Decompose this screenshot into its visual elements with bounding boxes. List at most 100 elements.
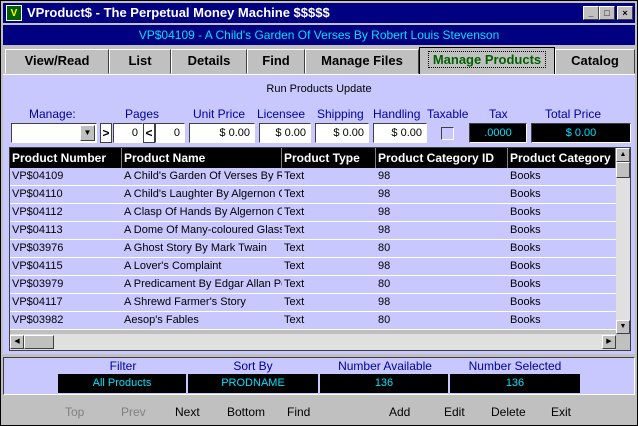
table-row[interactable]: VP$04109 A Child's Garden Of Verses By RT…: [10, 168, 616, 186]
table-cell: Text: [284, 224, 305, 236]
tab-catalog[interactable]: Catalog: [555, 49, 635, 74]
sort-by-value[interactable]: PRODNAME: [188, 374, 318, 393]
tab-view-read[interactable]: View/Read: [5, 49, 109, 74]
column-header-product-number[interactable]: Product Number: [10, 148, 122, 168]
table-cell: 80: [378, 278, 391, 290]
prev-button[interactable]: Prev: [121, 405, 146, 419]
table-cell: 98: [378, 260, 391, 272]
table-cell: Books: [510, 188, 541, 200]
horizontal-scrollbar[interactable]: ◀ ▶: [10, 334, 616, 350]
column-header-product-category[interactable]: Product Category: [508, 148, 616, 168]
table-row[interactable]: VP$04110 A Child's Laughter By Algernon C…: [10, 186, 616, 204]
shipping-label: Shipping: [317, 107, 364, 121]
table-cell: VP$04110: [12, 188, 63, 200]
table-cell: 98: [378, 170, 391, 182]
vertical-scroll-thumb[interactable]: [616, 162, 630, 178]
filter-label: Filter: [109, 359, 137, 373]
manage-dropdown[interactable]: ▼: [11, 123, 97, 143]
taxable-checkbox[interactable]: [441, 127, 454, 140]
tab-details[interactable]: Details: [171, 49, 247, 74]
manage-label: Manage:: [29, 107, 76, 121]
number-available-label: Number Available: [338, 359, 432, 373]
unit-price-input[interactable]: $ 0.00: [189, 123, 255, 143]
run-products-update-label[interactable]: Run Products Update: [3, 83, 635, 95]
scroll-up-icon[interactable]: ▲: [616, 148, 630, 162]
table-cell: Books: [510, 242, 541, 254]
total-price-value: $ 0.00: [531, 123, 631, 143]
pages-less-than-button[interactable]: <: [143, 123, 155, 143]
table-cell: VP$03982: [12, 314, 64, 326]
table-cell: VP$03976: [12, 242, 64, 254]
scroll-right-icon[interactable]: ▶: [602, 335, 616, 349]
table-cell: VP$04113: [12, 224, 63, 236]
edit-button[interactable]: Edit: [444, 405, 465, 419]
table-cell: Books: [510, 296, 541, 308]
status-bar: Filter Sort By Number Available Number S…: [3, 357, 635, 395]
scroll-left-icon[interactable]: ◀: [10, 335, 24, 349]
table-cell: Text: [284, 314, 305, 326]
maximize-button[interactable]: □: [599, 6, 615, 20]
find-button[interactable]: Find: [287, 405, 310, 419]
table-row[interactable]: VP$04117 A Shrewd Farmer's Story Text 98 Boo…: [10, 294, 616, 312]
app-icon: V: [6, 5, 22, 21]
sort-by-label: Sort By: [233, 359, 273, 373]
chevron-down-icon[interactable]: ▼: [80, 125, 95, 141]
table-row[interactable]: VP$04113 A Dome Of Many-coloured Glass Tex…: [10, 222, 616, 240]
pages-to-input[interactable]: 0: [155, 123, 185, 143]
table-cell: 80: [378, 242, 391, 254]
table-cell: VP$04117: [12, 296, 63, 308]
table-cell: Text: [284, 242, 305, 254]
top-button[interactable]: Top: [65, 405, 84, 419]
unit-price-label: Unit Price: [193, 107, 246, 121]
shipping-input[interactable]: $ 0.00: [315, 123, 369, 143]
tab-list[interactable]: List: [109, 49, 171, 74]
table-row[interactable]: VP$04112 A Clasp Of Hands By Algernon C Te…: [10, 204, 616, 222]
close-button[interactable]: ×: [617, 6, 633, 20]
table-row[interactable]: VP$03976 A Ghost Story By Mark Twain Text 8…: [10, 240, 616, 258]
window-title: VProduct$ - The Perpetual Money Machine …: [27, 5, 330, 20]
table-cell: Text: [284, 278, 305, 290]
taxable-label: Taxable: [427, 107, 469, 121]
table-row[interactable]: VP$03982 Aesop's Fables Text 80 Books: [10, 312, 616, 330]
table-row[interactable]: VP$03979 A Predicament By Edgar Allan Po T…: [10, 276, 616, 294]
exit-button[interactable]: Exit: [551, 405, 571, 419]
delete-button[interactable]: Delete: [491, 405, 526, 419]
total-price-label: Total Price: [545, 107, 602, 121]
number-available-value: 136: [320, 374, 448, 393]
column-header-product-name[interactable]: Product Name: [122, 148, 282, 168]
tab-manage-files[interactable]: Manage Files: [305, 49, 419, 74]
add-button[interactable]: Add: [389, 405, 410, 419]
table-cell: Books: [510, 278, 541, 290]
column-header-product-category-id[interactable]: Product Category ID: [376, 148, 508, 168]
next-button[interactable]: Next: [175, 405, 200, 419]
table-cell: 80: [378, 314, 391, 326]
licensee-label: Licensee: [257, 107, 306, 121]
tax-label: Tax: [489, 107, 508, 121]
tax-value: .0000: [469, 123, 527, 143]
table-cell: 98: [378, 296, 391, 308]
table-cell: A Dome Of Many-coloured Glass: [124, 224, 282, 236]
scroll-down-icon[interactable]: ▼: [616, 320, 630, 334]
table-row[interactable]: VP$04115 A Lover's Complaint Text 98 Books: [10, 258, 616, 276]
handling-input[interactable]: $ 0.00: [373, 123, 427, 143]
vertical-scrollbar[interactable]: ▲ ▼: [616, 148, 630, 334]
table-cell: 98: [378, 224, 391, 236]
tab-manage-products[interactable]: Manage Products: [419, 47, 555, 75]
table-cell: A Child's Garden Of Verses By R: [124, 170, 282, 182]
tab-manage-products-label: Manage Products: [427, 51, 547, 68]
column-header-product-type[interactable]: Product Type: [282, 148, 376, 168]
minimize-button[interactable]: _: [583, 6, 599, 20]
pages-greater-than-button[interactable]: >: [100, 123, 112, 143]
grid-header: Product Number Product Name Product Type…: [10, 148, 616, 168]
table-cell: A Shrewd Farmer's Story: [124, 296, 246, 308]
table-cell: Books: [510, 224, 541, 236]
bottom-button[interactable]: Bottom: [227, 405, 265, 419]
table-cell: VP$04109: [12, 170, 64, 182]
manage-products-panel: Run Products Update Manage: Pages Unit P…: [3, 74, 635, 354]
pages-from-input[interactable]: 0: [113, 123, 143, 143]
horizontal-scroll-thumb[interactable]: [24, 335, 54, 349]
table-cell: Text: [284, 260, 305, 272]
tab-find[interactable]: Find: [247, 49, 305, 74]
licensee-input[interactable]: $ 0.00: [259, 123, 311, 143]
filter-value[interactable]: All Products: [58, 374, 186, 393]
